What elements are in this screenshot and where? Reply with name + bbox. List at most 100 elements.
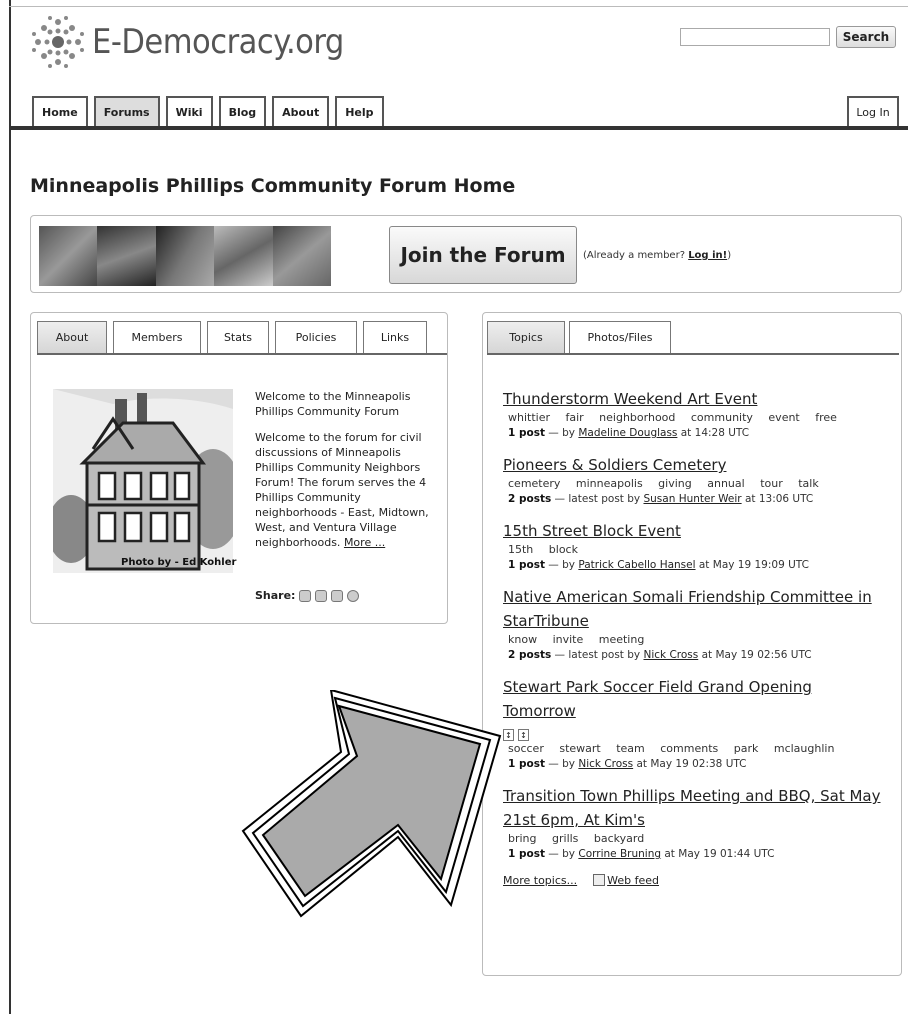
topic-item: Thunderstorm Weekend Art Event whittier f… <box>503 387 883 441</box>
welcome-heading: Welcome to the Minneapolis Phillips Comm… <box>255 390 411 418</box>
nav-tab-blog[interactable]: Blog <box>218 96 267 126</box>
facebook-icon[interactable] <box>299 589 312 602</box>
page-border <box>9 0 11 1014</box>
twitter-icon[interactable] <box>315 589 328 602</box>
search-input[interactable] <box>680 28 830 46</box>
meta-by: — by <box>544 848 579 860</box>
topics-footer: More topics... Web feed <box>503 874 883 887</box>
topic-meta: 1 post — by Madeline Douglass at 14:28 U… <box>503 425 883 441</box>
nav-divider <box>9 126 908 130</box>
member-photo <box>272 226 332 286</box>
meta-by: — latest post by <box>551 493 644 505</box>
top-divider <box>9 6 908 7</box>
member-photo <box>155 226 215 286</box>
post-count: 2 posts <box>508 493 552 505</box>
login-button[interactable]: Log In <box>847 96 899 126</box>
topic-keywords: 15th block <box>508 543 578 556</box>
page-title: Minneapolis Phillips Community Forum Hom… <box>30 175 516 197</box>
welcome-text: Welcome to the Minneapolis Phillips Comm… <box>255 389 437 561</box>
join-forum-button[interactable]: Join the Forum <box>389 226 577 284</box>
welcome-body-wrapper: Welcome to the forum for civil discussio… <box>255 430 437 550</box>
member-photo <box>97 226 156 286</box>
topic-item: Native American Somali Friendship Commit… <box>503 585 883 663</box>
topic-title-link[interactable]: Native American Somali Friendship Commit… <box>503 585 883 633</box>
topic-item: 15th Street Block Event 15th block 1 post … <box>503 519 883 573</box>
topic-title-link[interactable]: Transition Town Phillips Meeting and BBQ… <box>503 784 883 832</box>
search-button[interactable]: Search <box>836 26 896 48</box>
photo-caption: Photo by - Ed Kohler <box>121 557 237 568</box>
already-member-text: (Already a member? Log in!) <box>583 250 731 261</box>
post-time: at 13:06 UTC <box>741 493 814 505</box>
topic-meta: 1 post — by Corrine Bruning at May 19 01… <box>503 846 883 862</box>
about-tabs: About Members Stats Policies Links <box>37 321 447 355</box>
topic-keywords: bring grills backyard <box>508 832 645 845</box>
tab-stats[interactable]: Stats <box>207 321 269 353</box>
member-photo <box>39 226 98 286</box>
tab-topics[interactable]: Topics <box>487 321 565 353</box>
topic-meta: 2 posts — latest post by Susan Hunter We… <box>503 491 883 507</box>
post-count: 1 post <box>508 427 545 439</box>
topic-item: Pioneers & Soldiers Cemetery cemetery min… <box>503 453 883 507</box>
rss-feed-icon[interactable] <box>593 874 606 886</box>
author-link[interactable]: Nick Cross <box>643 649 698 661</box>
about-panel: About Members Stats Policies Links Photo… <box>30 312 448 624</box>
topic-meta: 1 post — by Patrick Cabello Hansel at Ma… <box>503 557 883 573</box>
topic-keywords: cemetery minneapolis giving annual tour … <box>508 477 819 490</box>
welcome-body: Welcome to the forum for civil discussio… <box>255 431 429 549</box>
more-link[interactable]: More ... <box>344 536 385 549</box>
logo-text: E-Democracy.org <box>92 22 344 62</box>
topics-tabs: Topics Photos/Files <box>487 321 899 355</box>
join-banner: Join the Forum (Already a member? Log in… <box>30 215 902 293</box>
topic-title-link[interactable]: Pioneers & Soldiers Cemetery <box>503 453 883 477</box>
site-logo[interactable]: E-Democracy.org <box>30 14 344 70</box>
topic-meta: 1 post — by Nick Cross at May 19 02:38 U… <box>503 756 883 772</box>
tab-about[interactable]: About <box>37 321 107 353</box>
already-prefix: (Already a member? <box>583 250 689 261</box>
post-count: 1 post <box>508 559 545 571</box>
topic-keywords: know invite meeting <box>508 633 645 646</box>
tab-photos-files[interactable]: Photos/Files <box>569 321 671 353</box>
author-link[interactable]: Nick Cross <box>578 758 633 770</box>
post-time: at 14:28 UTC <box>677 427 750 439</box>
author-link[interactable]: Patrick Cabello Hansel <box>578 559 695 571</box>
topic-item: Transition Town Phillips Meeting and BBQ… <box>503 784 883 862</box>
topic-title-link[interactable]: Thunderstorm Weekend Art Event <box>503 387 883 411</box>
nav-tab-home[interactable]: Home <box>32 96 88 126</box>
post-time: at May 19 01:44 UTC <box>661 848 775 860</box>
meta-by: — by <box>544 427 579 439</box>
nav-tab-help[interactable]: Help <box>335 96 384 126</box>
topic-item: Stewart Park Soccer Field Grand Opening … <box>503 675 883 772</box>
main-nav: Home Forums Wiki Blog About Help <box>32 96 384 126</box>
meta-by: — by <box>544 559 579 571</box>
attachment-icons: ↕ ↕ <box>503 723 883 742</box>
author-link[interactable]: Madeline Douglass <box>578 427 677 439</box>
topic-keywords: soccer stewart team comments park mclaug… <box>508 742 835 755</box>
member-photo <box>214 226 273 286</box>
post-time: at May 19 19:09 UTC <box>695 559 809 571</box>
delicious-icon[interactable] <box>331 589 344 602</box>
tab-members[interactable]: Members <box>113 321 201 353</box>
member-photo-strip <box>39 226 332 286</box>
already-suffix: ) <box>727 250 732 261</box>
meta-by: — by <box>544 758 579 770</box>
share-label: Share: <box>255 589 296 602</box>
post-count: 2 posts <box>508 649 552 661</box>
page: E-Democracy.org Search Home Forums Wiki … <box>0 0 908 1014</box>
topic-title-link[interactable]: Stewart Park Soccer Field Grand Opening … <box>503 675 883 723</box>
web-feed-link[interactable]: Web feed <box>607 874 659 887</box>
author-link[interactable]: Corrine Bruning <box>578 848 661 860</box>
pointer-arrow-icon <box>241 690 502 918</box>
nav-tab-forums[interactable]: Forums <box>93 96 160 126</box>
tab-links[interactable]: Links <box>363 321 427 353</box>
share-globe-icon[interactable] <box>347 589 360 602</box>
topics-panel: Topics Photos/Files Thunderstorm Weekend… <box>482 312 902 976</box>
nav-tab-wiki[interactable]: Wiki <box>165 96 213 126</box>
login-link[interactable]: Log in! <box>688 250 727 261</box>
topic-title-link[interactable]: 15th Street Block Event <box>503 519 883 543</box>
tab-policies[interactable]: Policies <box>275 321 357 353</box>
topic-keywords: whittier fair neighborhood community eve… <box>508 411 837 424</box>
author-link[interactable]: Susan Hunter Weir <box>643 493 741 505</box>
topic-list: Thunderstorm Weekend Art Event whittier f… <box>503 387 883 887</box>
post-time: at May 19 02:56 UTC <box>698 649 812 661</box>
nav-tab-about[interactable]: About <box>272 96 330 126</box>
